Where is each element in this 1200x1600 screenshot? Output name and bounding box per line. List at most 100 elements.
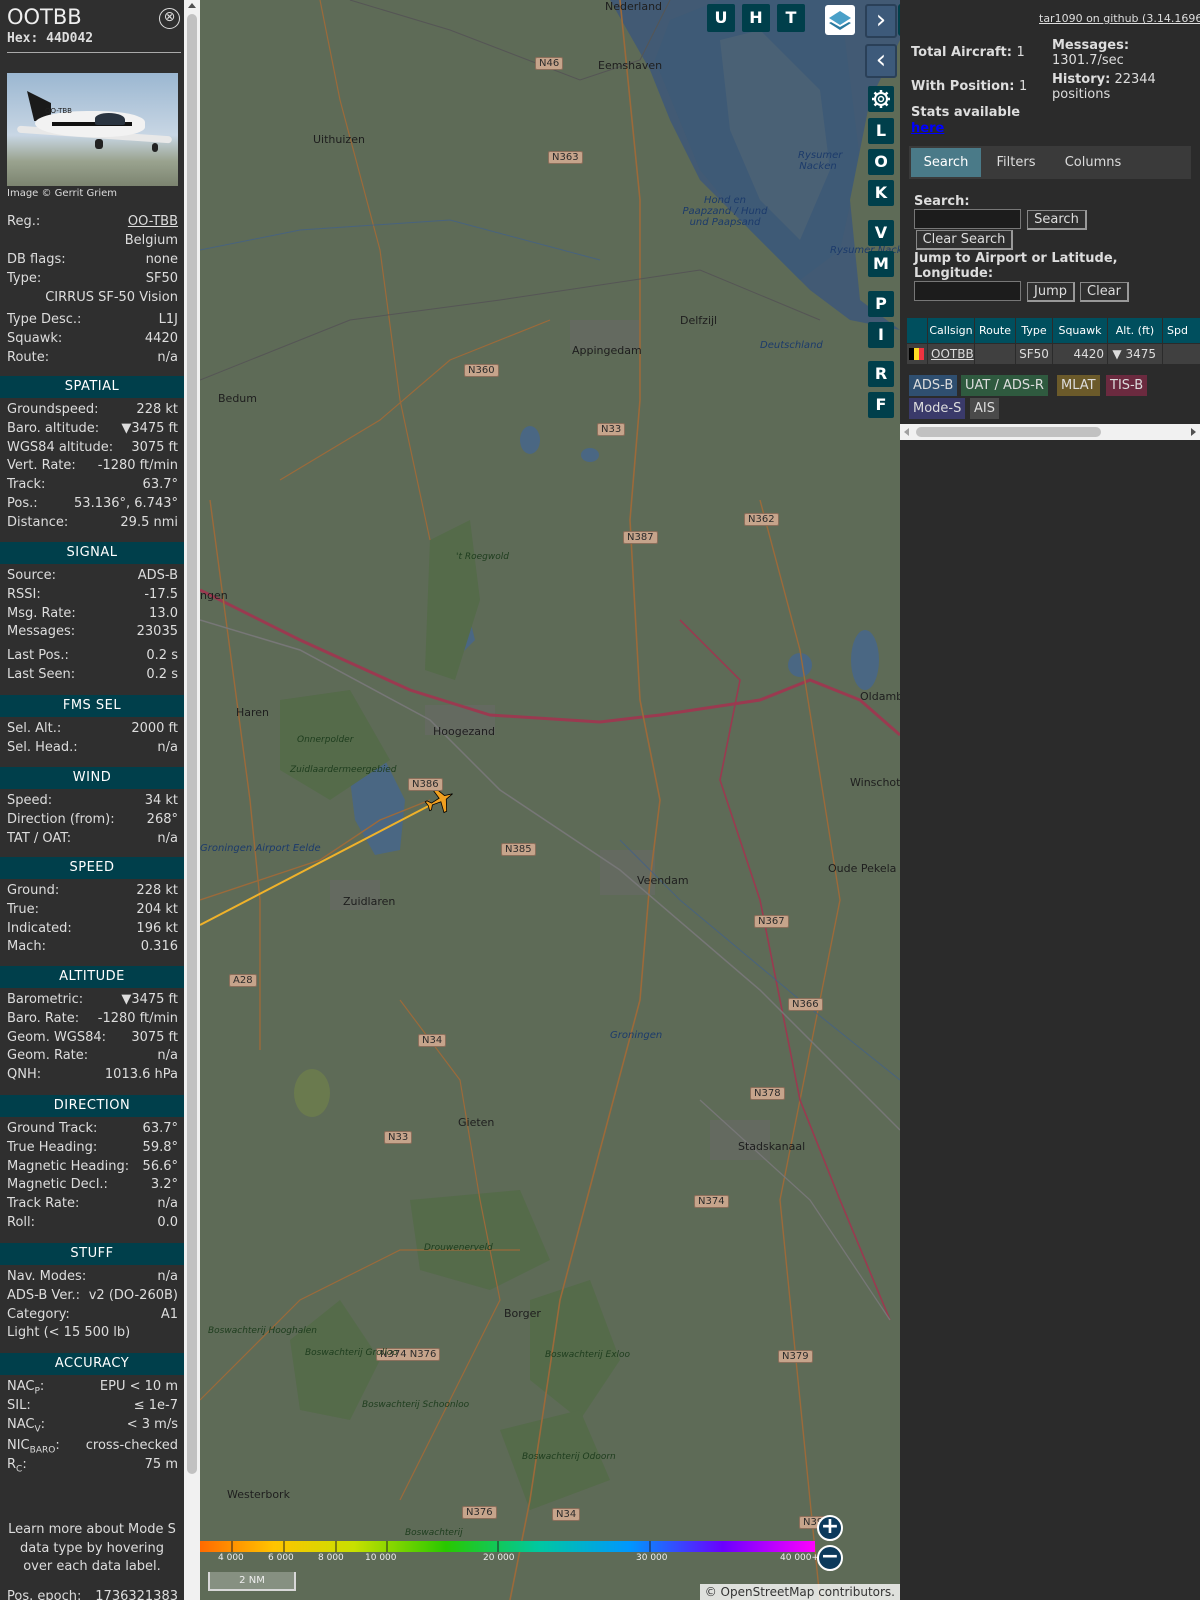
aircraft-callsign: OOTBB bbox=[7, 5, 82, 29]
row-value: 53.136°, 6.743° bbox=[74, 496, 178, 511]
hex-code: Hex: 44D042 bbox=[7, 31, 93, 46]
pos-epoch-row: Pos. epoch: 1736321383 bbox=[7, 1589, 178, 1600]
area-label: Boswachterij Exloo bbox=[545, 1350, 631, 1360]
road-shield: N33 bbox=[384, 1131, 413, 1144]
row-label: Roll: bbox=[7, 1215, 36, 1230]
tab-columns[interactable]: Columns bbox=[1051, 148, 1135, 177]
settings-button[interactable] bbox=[868, 86, 894, 112]
map-button-f[interactable]: F bbox=[868, 392, 894, 418]
map-button-p[interactable]: P bbox=[868, 291, 894, 317]
map-view[interactable]: Uithuizen Eemshaven Nederland Appingedam Del… bbox=[200, 0, 900, 1600]
search-button[interactable]: Search bbox=[1027, 210, 1087, 230]
table-header-squawk[interactable]: Squawk bbox=[1053, 318, 1107, 343]
scroll-right-icon[interactable] bbox=[1191, 428, 1196, 436]
row-value: EPU < 10 m bbox=[99, 1379, 178, 1394]
row-value: -1280 ft/min bbox=[97, 458, 178, 473]
row-value: ≤ 1e-7 bbox=[133, 1398, 178, 1413]
clear-search-button[interactable]: Clear Search bbox=[916, 230, 1013, 250]
title-divider bbox=[7, 52, 181, 53]
scroll-left-icon[interactable] bbox=[904, 428, 909, 436]
scroll-up-icon[interactable] bbox=[188, 3, 196, 8]
row-label: Direction (from): bbox=[7, 812, 115, 827]
search-input[interactable] bbox=[914, 209, 1021, 229]
row-label: Type: bbox=[7, 271, 42, 286]
map-button-v[interactable]: V bbox=[868, 220, 894, 246]
row-value[interactable]: OO-TBB bbox=[128, 214, 178, 229]
scrollbar-thumb[interactable] bbox=[916, 427, 1101, 437]
town-label: Bedum bbox=[218, 392, 257, 405]
row-label: Magnetic Decl.: bbox=[7, 1177, 108, 1192]
row-label: Mach: bbox=[7, 939, 46, 954]
row-label: RC: bbox=[7, 1457, 27, 1475]
table-header-type[interactable]: Type bbox=[1016, 318, 1052, 343]
info-row: CIRRUS SF-50 Vision bbox=[7, 290, 178, 308]
zoom-in-button[interactable]: + bbox=[817, 1515, 843, 1541]
table-header-callsign[interactable]: Callsign bbox=[928, 318, 974, 343]
map-button-o[interactable]: O bbox=[868, 149, 894, 175]
map-button-m[interactable]: M bbox=[868, 251, 894, 277]
area-label: Hond en Paapzand / Hund und Paapsand bbox=[682, 195, 768, 228]
layers-button[interactable] bbox=[825, 5, 855, 35]
row-label: Sel. Head.: bbox=[7, 740, 78, 755]
clear-button[interactable]: Clear bbox=[1080, 282, 1129, 302]
close-icon[interactable]: ⊗ bbox=[159, 8, 180, 29]
row-value: 0.316 bbox=[140, 939, 178, 954]
table-horizontal-scrollbar[interactable] bbox=[900, 424, 1200, 440]
next-aircraft-button[interactable]: › bbox=[865, 4, 897, 38]
map-button-h[interactable]: H bbox=[742, 4, 770, 32]
table-cell-callsign[interactable]: OOTBB bbox=[928, 344, 974, 364]
map-button-t[interactable]: T bbox=[777, 4, 805, 32]
prev-aircraft-button[interactable]: ‹ bbox=[865, 44, 897, 78]
tab-search[interactable]: Search bbox=[911, 148, 981, 177]
stats-available: Stats available here bbox=[911, 105, 1020, 137]
table-header-alt[interactable]: Alt. (ft) bbox=[1108, 318, 1162, 343]
row-label: Category: bbox=[7, 1307, 70, 1322]
info-row: RC: 75 m bbox=[7, 1457, 178, 1475]
row-label: Ground: bbox=[7, 883, 60, 898]
stats-link[interactable]: here bbox=[911, 121, 944, 136]
map-button-k[interactable]: K bbox=[868, 180, 894, 206]
aircraft-info-panel: OOTBB ⊗ Hex: 44D042 OO-TBB Image © Gerri… bbox=[0, 0, 184, 1600]
row-label: NACV: bbox=[7, 1417, 46, 1435]
road-shield: N34 bbox=[552, 1508, 581, 1521]
town-label: Oldambtmee bbox=[860, 690, 900, 703]
info-row: Last Seen: 0.2 s bbox=[7, 667, 178, 685]
altitude-legend-label: 40 000+ bbox=[780, 1553, 820, 1563]
area-label: Groningen bbox=[610, 1030, 663, 1041]
map-attribution[interactable]: © OpenStreetMap contributors. bbox=[699, 1584, 900, 1600]
row-value: 63.7° bbox=[142, 477, 178, 492]
jump-label: Jump to Airport or Latitude, Longitude: bbox=[914, 251, 1118, 281]
aircraft-photo[interactable]: OO-TBB bbox=[7, 73, 178, 186]
area-label: Drouwenerveld bbox=[424, 1243, 493, 1253]
map-button-u[interactable]: U bbox=[707, 4, 735, 32]
row-value: 75 m bbox=[144, 1457, 178, 1472]
info-row: Baro. altitude: ▼3475 ft bbox=[7, 421, 178, 439]
github-link[interactable]: tar1090 on github (3.14.1696) bbox=[1039, 12, 1200, 25]
section-header-speed: SPEED bbox=[0, 857, 184, 879]
section-header-wind: WIND bbox=[0, 767, 184, 789]
town-label: Oude Pekela bbox=[828, 862, 897, 875]
zoom-out-button[interactable]: − bbox=[817, 1545, 843, 1571]
map-button-i[interactable]: I bbox=[868, 322, 894, 348]
jump-input[interactable] bbox=[914, 281, 1021, 301]
scrollbar-thumb[interactable] bbox=[187, 14, 197, 1474]
tab-filters[interactable]: Filters bbox=[983, 148, 1049, 177]
aircraft-list-panel: tar1090 on github (3.14.1696) Total Airc… bbox=[900, 0, 1200, 1600]
map-button-l[interactable]: L bbox=[868, 118, 894, 144]
info-row: Distance: 29.5 nmi bbox=[7, 515, 178, 533]
info-panel-scrollbar[interactable] bbox=[184, 0, 200, 1600]
info-row: True: 204 kt bbox=[7, 902, 178, 920]
town-label: Westerbork bbox=[227, 1488, 290, 1501]
jump-button[interactable]: Jump bbox=[1027, 282, 1075, 302]
map-button-r[interactable]: R bbox=[868, 361, 894, 387]
table-header-speed[interactable]: Spd bbox=[1163, 318, 1200, 343]
town-label: Stadskanaal bbox=[738, 1140, 806, 1153]
row-label: Type Desc.: bbox=[7, 312, 82, 327]
table-header-route[interactable]: Route bbox=[975, 318, 1015, 343]
row-label: WGS84 altitude: bbox=[7, 440, 114, 455]
stat-label: Total Aircraft: bbox=[911, 45, 1012, 60]
road-shield: N363 bbox=[548, 151, 583, 164]
row-value: 13.0 bbox=[149, 606, 178, 621]
info-row: Light (< 15 500 lb) bbox=[7, 1325, 178, 1343]
hex-label: Hex: bbox=[7, 31, 39, 46]
